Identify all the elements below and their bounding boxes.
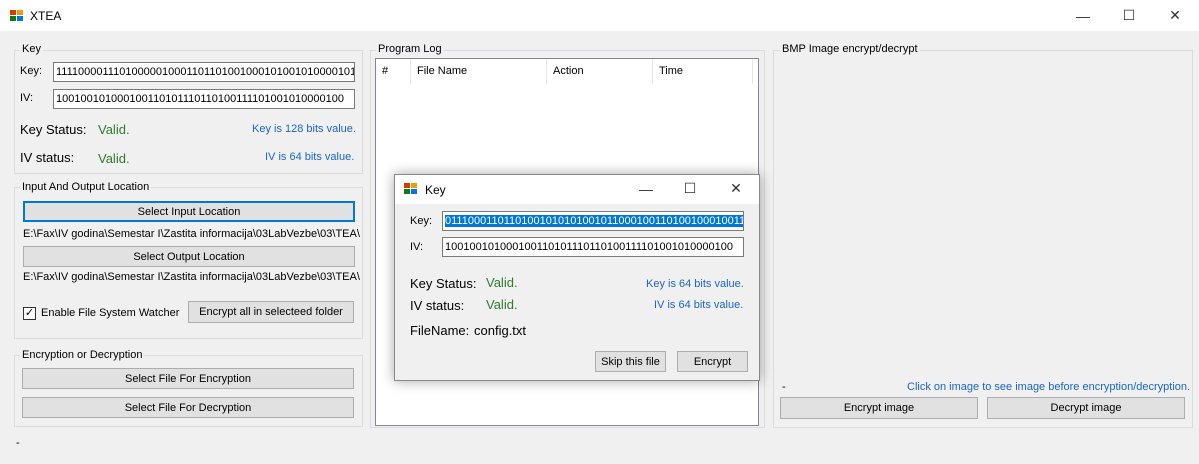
checkbox-check-icon: ✓: [24, 307, 35, 319]
skip-file-button[interactable]: Skip this file: [595, 351, 666, 372]
watcher-label: Enable File System Watcher: [41, 307, 180, 319]
key-size-info: Key is 128 bits value.: [252, 123, 356, 135]
dialog-iv-status-label: IV status:: [410, 298, 465, 313]
iv-status-value: Valid.: [98, 151, 130, 166]
column-header-file-name[interactable]: File Name: [411, 59, 547, 84]
close-icon[interactable]: ✕: [1152, 0, 1198, 31]
column-header-time[interactable]: Time: [653, 59, 753, 84]
column-header-action[interactable]: Action: [547, 59, 653, 84]
dialog-filename-value: config.txt: [474, 323, 527, 338]
input-path: E:\Fax\IV godina\Semestar I\Zastita info…: [23, 228, 360, 240]
dialog-iv-label: IV:: [410, 241, 424, 253]
minimize-icon[interactable]: —: [1060, 0, 1106, 31]
dialog-key-label: Key:: [410, 215, 433, 227]
dialog-key-status-value: Valid.: [486, 275, 518, 290]
iv-size-info: IV is 64 bits value.: [265, 151, 355, 163]
key-status-value: Valid.: [98, 122, 130, 137]
enc-group-title: Encryption or Decryption: [20, 349, 145, 361]
dialog-maximize-icon[interactable]: ☐: [667, 174, 713, 203]
dialog-filename-label: FileName:: [410, 323, 470, 338]
dialog-key-status-label: Key Status:: [410, 276, 477, 291]
decrypt-image-button[interactable]: Decrypt image: [987, 397, 1185, 419]
iv-input[interactable]: 1001001010001001101011101101001111010010…: [53, 89, 355, 109]
title-bar: XTEA — ☐ ✕: [0, 0, 1199, 31]
key-label: Key:: [20, 65, 43, 77]
watcher-checkbox[interactable]: ✓: [23, 307, 36, 320]
bmp-status-label: -: [782, 381, 786, 393]
dialog-iv-input[interactable]: 1001001010001001101011101101001111010010…: [442, 237, 744, 257]
maximize-icon[interactable]: ☐: [1106, 0, 1152, 31]
key-input[interactable]: 1111000011101000001000110110100100010100…: [53, 62, 355, 82]
dialog-key-value: 0111000110110100101010100101100010011010…: [445, 215, 743, 227]
key-status-label: Key Status:: [20, 122, 87, 137]
encrypt-all-button[interactable]: Encrypt all in selecteed folder: [188, 301, 354, 323]
select-file-encryption-button[interactable]: Select File For Encryption: [22, 368, 354, 389]
encrypt-image-button[interactable]: Encrypt image: [780, 397, 978, 419]
dialog-title: Key: [425, 183, 446, 197]
window-title: XTEA: [30, 9, 62, 23]
bmp-hint: Click on image to see image before encry…: [907, 381, 1191, 393]
app-icon: [10, 10, 24, 22]
dialog-key-input[interactable]: 0111000110110100101010100101100010011010…: [442, 211, 744, 231]
status-label: -: [16, 437, 20, 449]
log-group-title: Program Log: [376, 43, 444, 55]
iv-label: IV:: [20, 92, 34, 104]
bmp-group-title: BMP Image encrypt/decrypt: [780, 43, 920, 55]
dialog-minimize-icon[interactable]: —: [623, 174, 669, 203]
key-group-title: Key: [20, 43, 43, 55]
select-input-location-button[interactable]: Select Input Location: [23, 201, 355, 222]
iv-status-label: IV status:: [20, 150, 75, 165]
dialog-key-size-info: Key is 64 bits value.: [646, 278, 744, 290]
dialog-encrypt-button[interactable]: Encrypt: [677, 351, 748, 372]
dialog-iv-status-value: Valid.: [486, 297, 518, 312]
io-group-title: Input And Output Location: [20, 181, 152, 193]
select-file-decryption-button[interactable]: Select File For Decryption: [22, 397, 354, 418]
output-path: E:\Fax\IV godina\Semestar I\Zastita info…: [23, 271, 360, 283]
dialog-iv-size-info: IV is 64 bits value.: [654, 299, 744, 311]
key-dialog: Key — ☐ ✕ Key: 0111000110110100101010100…: [394, 174, 760, 381]
dialog-app-icon: [404, 183, 418, 195]
dialog-title-bar: Key — ☐ ✕: [395, 175, 759, 204]
column-header-number[interactable]: #: [376, 59, 411, 84]
dialog-close-icon[interactable]: ✕: [713, 174, 759, 203]
select-output-location-button[interactable]: Select Output Location: [23, 246, 355, 267]
bmp-group: [773, 50, 1193, 428]
